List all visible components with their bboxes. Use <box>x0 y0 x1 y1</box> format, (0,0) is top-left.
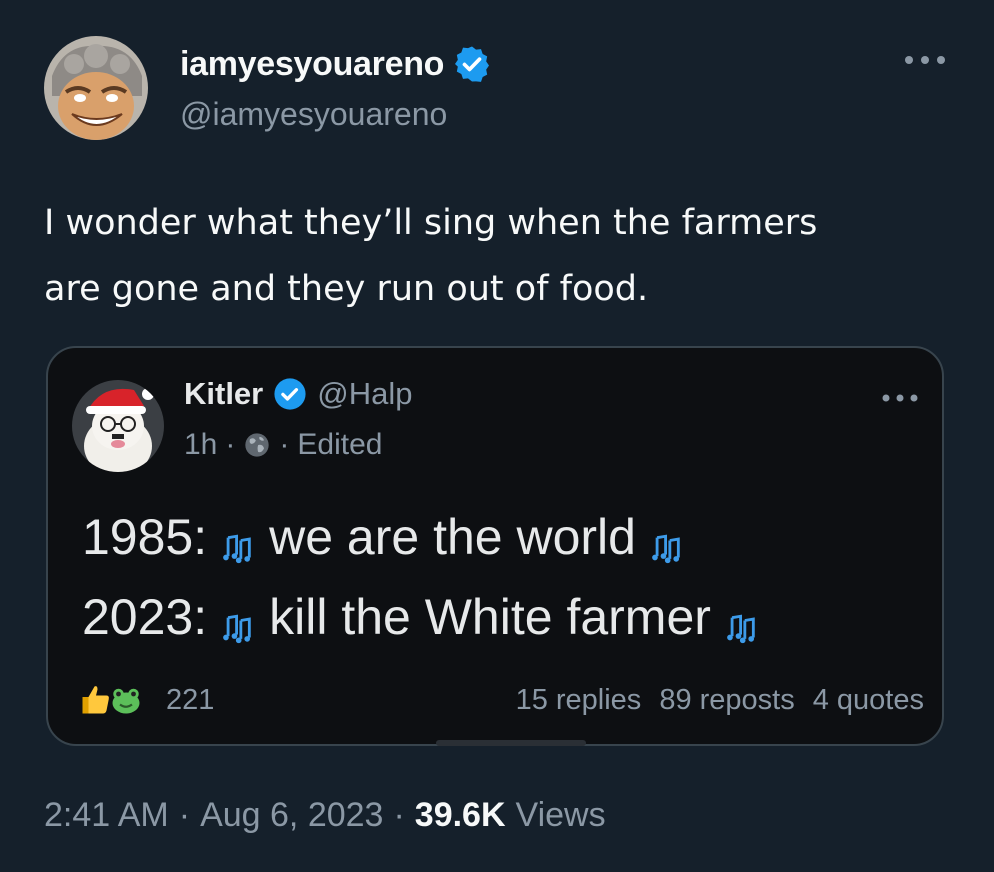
author-avatar[interactable] <box>44 36 148 140</box>
quoted-footer: 221 15 replies 89 reposts 4 quotes <box>78 682 924 718</box>
author-name-row: iamyesyouareno <box>180 44 492 84</box>
more-horizontal-icon[interactable] <box>902 50 948 70</box>
music-notes-icon <box>221 600 255 644</box>
quoted-tweet[interactable]: Kitler @Halp 1h · · Edited 1985: we are … <box>46 346 944 746</box>
tweet: iamyesyouareno @iamyesyouareno I wonder … <box>0 0 994 872</box>
quoted-text-line-2: 2023: kill the White farmer <box>82 588 759 646</box>
author-handle[interactable]: @iamyesyouareno <box>180 96 447 133</box>
reaction-count: 221 <box>166 683 215 716</box>
tweet-timestamp-row: 2:41 AM · Aug 6, 2023 · 39.6K Views <box>44 796 606 835</box>
reactions[interactable]: 221 <box>78 682 214 718</box>
reposts-count[interactable]: 89 reposts <box>659 684 794 717</box>
quoted-author-display-name[interactable]: Kitler <box>184 376 263 412</box>
music-notes-icon <box>221 520 255 564</box>
tweet-date[interactable]: Aug 6, 2023 <box>200 796 383 835</box>
line-2-prefix: 2023: <box>82 589 208 645</box>
line-1-text: we are the world <box>269 509 636 565</box>
separator: · <box>225 428 236 461</box>
quoted-author-handle[interactable]: @Halp <box>317 376 412 412</box>
quoted-stats: 15 replies 89 reposts 4 quotes <box>516 684 924 717</box>
tweet-time[interactable]: 2:41 AM <box>44 796 169 835</box>
quoted-meta: 1h · · Edited <box>184 428 382 462</box>
views-label: Views <box>515 796 606 834</box>
music-notes-icon <box>650 520 684 564</box>
verified-badge-icon <box>452 44 492 84</box>
quoted-text-line-1: 1985: we are the world <box>82 508 684 566</box>
quoted-time: 1h <box>184 428 218 461</box>
separator: · <box>279 428 290 461</box>
music-notes-icon <box>725 600 759 644</box>
quoted-author-row: Kitler @Halp <box>184 376 412 412</box>
line-2-text: kill the White farmer <box>269 589 711 645</box>
quotes-count[interactable]: 4 quotes <box>813 684 924 717</box>
author-display-name[interactable]: iamyesyouareno <box>180 45 444 84</box>
replies-count[interactable]: 15 replies <box>516 684 642 717</box>
tweet-text: I wonder what they’ll sing when the farm… <box>44 190 944 322</box>
separator: · <box>178 796 191 834</box>
edited-label[interactable]: Edited <box>297 428 382 462</box>
frog-emoji-icon <box>108 682 144 718</box>
quoted-author-avatar[interactable] <box>72 380 164 472</box>
views-count[interactable]: 39.6K <box>415 796 506 835</box>
tweet-text-line-1: I wonder what they’ll sing when the farm… <box>44 203 818 243</box>
drag-handle <box>436 740 586 746</box>
line-1-prefix: 1985: <box>82 509 208 565</box>
verified-badge-icon <box>273 377 307 411</box>
tweet-text-line-2: are gone and they run out of food. <box>44 269 649 309</box>
separator: · <box>393 796 405 834</box>
more-horizontal-icon[interactable] <box>880 390 920 406</box>
globe-icon <box>243 431 271 459</box>
